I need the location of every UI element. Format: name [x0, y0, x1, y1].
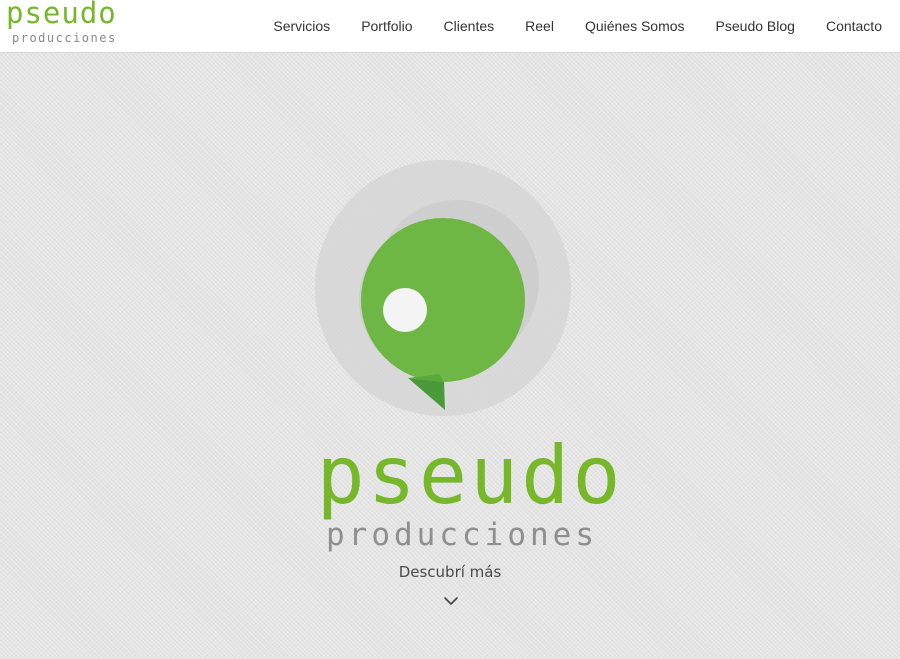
nav-item-contacto: Contacto: [826, 16, 882, 35]
top-navbar: pseudo producciones Servicios Portfolio …: [0, 0, 900, 53]
hero-subtitle: producciones: [326, 517, 598, 553]
nav-link-servicios[interactable]: Servicios: [273, 18, 330, 34]
nav-link-blog[interactable]: Pseudo Blog: [716, 18, 795, 34]
hero-title: pseudo: [316, 429, 624, 522]
brand-tagline: producciones: [12, 31, 117, 45]
nav-item-reel: Reel: [525, 16, 554, 35]
hero-logo-icon: [315, 160, 571, 416]
nav-link-clientes[interactable]: Clientes: [444, 18, 495, 34]
nav-item-blog: Pseudo Blog: [716, 16, 795, 35]
nav-item-quienes-somos: Quiénes Somos: [585, 16, 685, 35]
nav-item-portfolio: Portfolio: [361, 16, 412, 35]
chevron-down-icon[interactable]: [443, 595, 459, 607]
discover-more-link[interactable]: Descubrí más: [0, 563, 900, 581]
brand-logo-link[interactable]: pseudo producciones: [6, 0, 131, 50]
main-nav: Servicios Portfolio Clientes Reel Quiéne…: [242, 0, 882, 50]
brand-name: pseudo: [6, 0, 117, 30]
nav-link-reel[interactable]: Reel: [525, 18, 554, 34]
nav-link-contacto[interactable]: Contacto: [826, 18, 882, 34]
nav-item-servicios: Servicios: [273, 16, 330, 35]
nav-link-quienes-somos[interactable]: Quiénes Somos: [585, 18, 685, 34]
nav-link-portfolio[interactable]: Portfolio: [361, 18, 412, 34]
nav-item-clientes: Clientes: [444, 16, 495, 35]
